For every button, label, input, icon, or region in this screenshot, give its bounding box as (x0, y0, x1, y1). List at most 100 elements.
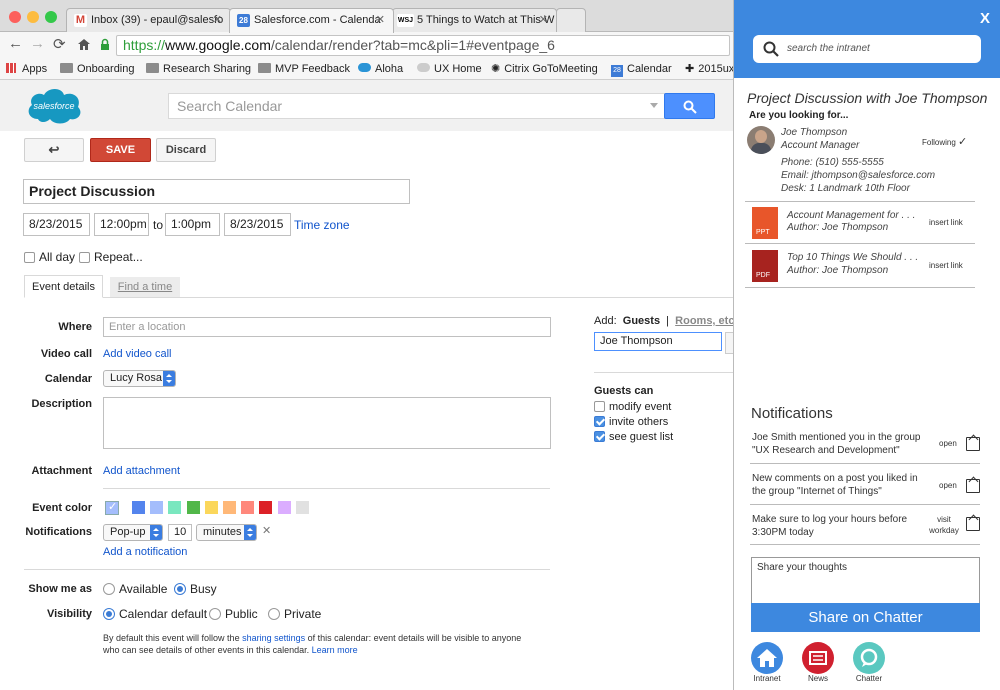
bookmark-onboarding[interactable]: Onboarding (60, 62, 135, 76)
color-swatch[interactable] (277, 501, 291, 514)
notification-item[interactable]: Make sure to log your hours before 3:30PM… (752, 513, 907, 539)
end-time-input[interactable]: 1:00pm (165, 213, 220, 236)
add-attachment-link[interactable]: Add attachment (103, 465, 180, 477)
doc-title[interactable]: Top 10 Things We Should . . . (787, 252, 918, 263)
guest-input[interactable]: Joe Thompson (594, 332, 722, 351)
save-button[interactable]: SAVE (90, 138, 151, 162)
guests-tab[interactable]: Guests (623, 315, 660, 327)
new-tab-button[interactable] (556, 8, 586, 33)
event-title-input[interactable]: Project Discussion (23, 179, 410, 204)
search-button[interactable] (664, 93, 715, 119)
start-date-input[interactable]: 8/23/2015 (23, 213, 90, 236)
person-email[interactable]: Email: jthompson@salesforce.com (781, 170, 935, 181)
visit-workday-action[interactable]: visit workday (926, 514, 962, 536)
add-video-call-link[interactable]: Add video call (103, 348, 172, 360)
tab-event-details[interactable]: Event details (24, 275, 103, 298)
color-swatch[interactable] (204, 501, 218, 514)
notification-amount-input[interactable]: 10 (168, 524, 192, 541)
start-time-input[interactable]: 12:00pm (94, 213, 149, 236)
private-radio[interactable]: Private (268, 607, 321, 621)
insert-link-button[interactable]: insert link (929, 218, 963, 227)
back-arrow-icon[interactable]: ← (8, 35, 23, 52)
news-icon[interactable] (802, 642, 834, 674)
bookmark-citrix[interactable]: ✺ Citrix GoToMeeting (491, 62, 598, 76)
color-swatch[interactable] (241, 501, 255, 514)
following-toggle[interactable]: Following ✓ (922, 135, 967, 148)
busy-radio[interactable]: Busy (174, 582, 217, 596)
doc-title[interactable]: Account Management for . . . (787, 210, 915, 221)
close-window-button[interactable] (9, 11, 21, 23)
tab-calendar[interactable]: 28 Salesforce.com - Calenda ✕ (229, 8, 394, 33)
tab-find-a-time[interactable]: Find a time (110, 277, 180, 297)
tab-wsj[interactable]: WSJ 5 Things to Watch at This W ✕ (392, 8, 557, 33)
color-swatch[interactable] (259, 501, 273, 514)
discard-button[interactable]: Discard (156, 138, 216, 162)
invite-others-checkbox[interactable]: invite others (594, 416, 668, 428)
add-guest-button[interactable] (725, 332, 733, 354)
rooms-tab[interactable]: Rooms, etc (675, 315, 734, 327)
all-day-checkbox[interactable]: All day (24, 250, 75, 264)
chatter-icon[interactable] (853, 642, 885, 674)
repeat-checkbox[interactable]: Repeat... (79, 250, 143, 264)
time-zone-link[interactable]: Time zone (294, 218, 350, 232)
remove-notification-icon[interactable]: ✕ (262, 524, 271, 537)
zoom-window-button[interactable] (45, 11, 57, 23)
back-button[interactable]: ↩ (24, 138, 84, 162)
bookmark-aloha[interactable]: Aloha (358, 62, 403, 76)
search-options-icon[interactable] (650, 103, 658, 108)
url-input[interactable]: https://www.google.com/calendar/render?t… (116, 35, 730, 56)
external-link-icon[interactable] (966, 479, 980, 493)
minimize-window-button[interactable] (27, 11, 39, 23)
intranet-home-icon[interactable] (751, 642, 783, 674)
color-swatch[interactable] (223, 501, 236, 514)
forward-arrow-icon[interactable]: → (30, 35, 45, 52)
intranet-search-input[interactable]: search the intranet (753, 35, 981, 63)
bookmark-calendar[interactable]: 28 Calendar (611, 62, 672, 77)
share-thoughts-textarea[interactable]: Share your thoughts (751, 557, 980, 604)
color-swatch-selected[interactable]: ✓ (105, 501, 119, 515)
share-on-chatter-button[interactable]: Share on Chatter (751, 603, 980, 632)
salesforce-logo[interactable]: salesforce (24, 85, 84, 125)
bookmark-apps[interactable]: Apps (6, 62, 47, 76)
bookmark-ux-home[interactable]: UX Home (417, 62, 482, 76)
color-swatch[interactable] (150, 501, 164, 514)
close-tab-icon[interactable]: ✕ (213, 9, 222, 32)
external-link-icon[interactable] (966, 437, 980, 451)
notification-item[interactable]: New comments on a post you liked in the g… (752, 472, 918, 498)
bookmark-mvp-feedback[interactable]: MVP Feedback (258, 62, 350, 76)
tab-gmail[interactable]: M Inbox (39) - epaul@salesfo ✕ (66, 8, 231, 33)
available-radio[interactable]: Available (103, 582, 167, 596)
where-input[interactable]: Enter a location (103, 317, 551, 337)
notification-unit-select[interactable]: minutes (196, 524, 257, 541)
color-swatch[interactable] (295, 501, 309, 514)
open-action[interactable]: open (939, 480, 957, 491)
learn-more-link[interactable]: Learn more (312, 645, 358, 655)
bookmark-research-sharing[interactable]: Research Sharing (146, 62, 251, 76)
external-link-icon[interactable] (966, 517, 980, 531)
calendar-select[interactable]: Lucy Rosa (103, 370, 176, 387)
color-swatch[interactable] (168, 501, 182, 514)
close-tab-icon[interactable]: ✕ (376, 9, 385, 32)
calendar-default-radio[interactable]: Calendar default (103, 607, 207, 621)
color-swatch[interactable] (132, 501, 145, 514)
insert-link-button[interactable]: insert link (929, 261, 963, 270)
notification-type-select[interactable]: Pop-up (103, 524, 163, 541)
person-name[interactable]: Joe Thompson (781, 127, 847, 138)
add-notification-link[interactable]: Add a notification (103, 546, 187, 558)
home-icon[interactable] (77, 38, 91, 51)
close-panel-button[interactable]: X (980, 10, 990, 27)
calendar-search-input[interactable]: Search Calendar (168, 93, 665, 119)
bookmark-2015ux[interactable]: ✚ 2015ux (685, 62, 734, 76)
see-guest-list-checkbox[interactable]: see guest list (594, 431, 673, 443)
public-radio[interactable]: Public (209, 607, 258, 621)
close-tab-icon[interactable]: ✕ (539, 9, 548, 32)
description-textarea[interactable] (103, 397, 551, 449)
color-swatch[interactable] (186, 501, 200, 514)
reload-icon[interactable]: ⟳ (53, 35, 66, 53)
end-date-input[interactable]: 8/23/2015 (224, 213, 291, 236)
doc-author: Author: Joe Thompson (787, 222, 889, 233)
notification-item[interactable]: Joe Smith mentioned you in the group "UX … (752, 431, 920, 457)
modify-event-checkbox[interactable]: modify event (594, 401, 671, 413)
sharing-settings-link[interactable]: sharing settings (242, 633, 305, 643)
open-action[interactable]: open (939, 438, 957, 449)
